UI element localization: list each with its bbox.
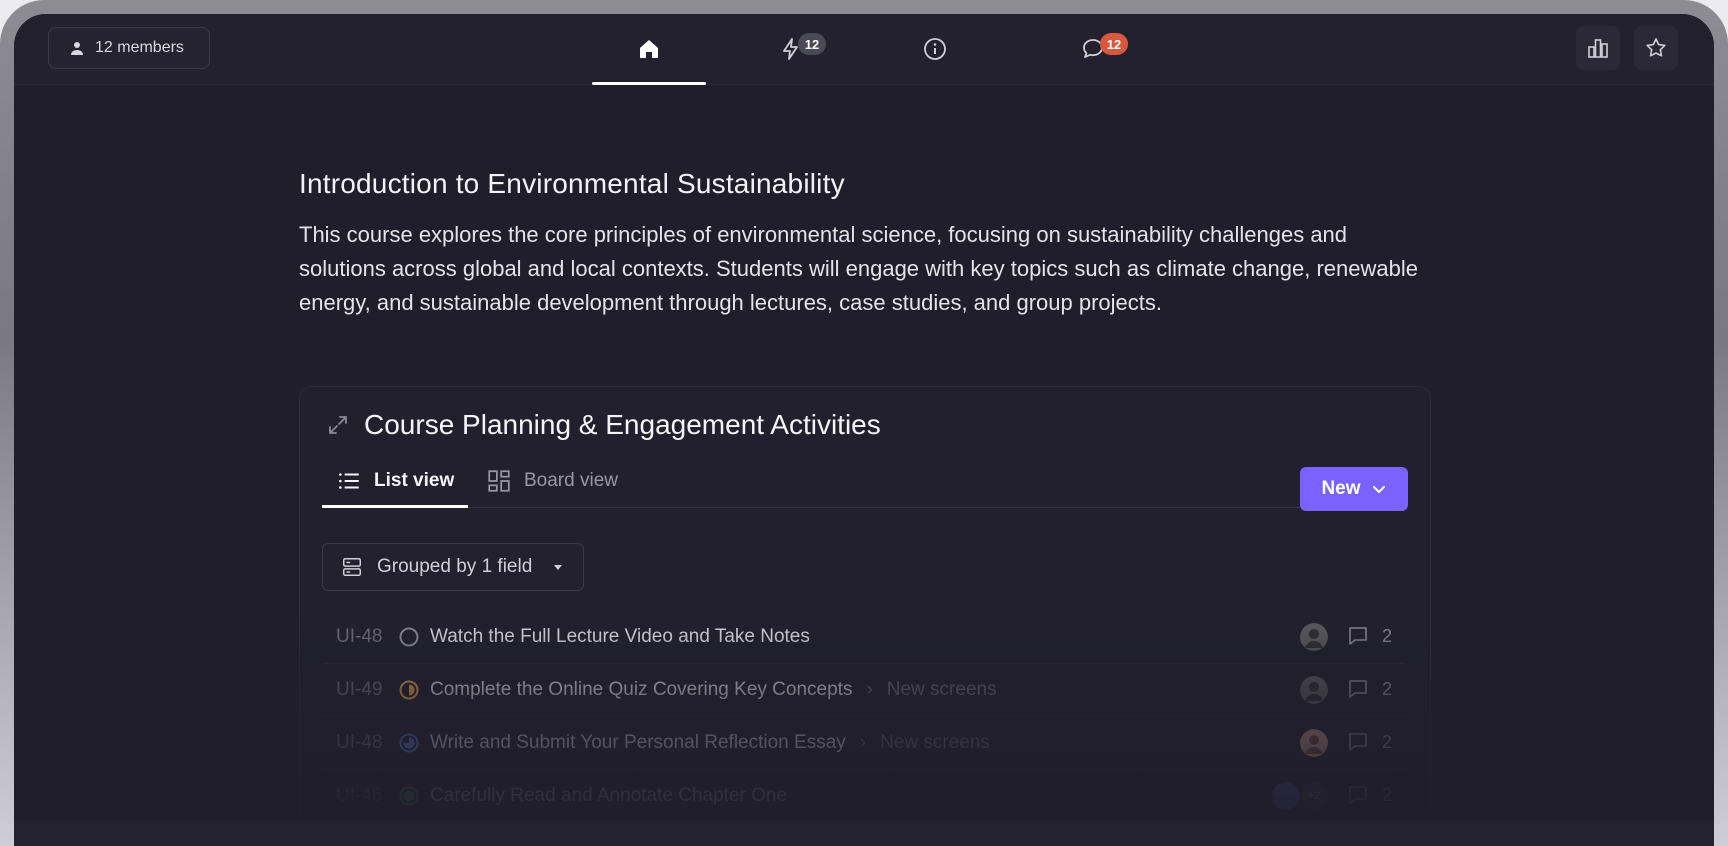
chevron-right-icon: › xyxy=(859,732,867,753)
list-view-label: List view xyxy=(374,470,455,491)
extra-assignees-badge: +2 xyxy=(1300,782,1328,810)
status-in-review-icon[interactable] xyxy=(398,732,420,754)
course-description: This course explores the core principles… xyxy=(299,222,1418,315)
tab-info[interactable] xyxy=(878,14,992,84)
board-view-label: Board view xyxy=(524,470,618,491)
avatar xyxy=(1300,623,1328,651)
comment-count[interactable]: 2 xyxy=(1346,730,1392,754)
bar-chart-icon xyxy=(1588,39,1608,58)
info-icon xyxy=(924,38,946,60)
analytics-button[interactable] xyxy=(1576,26,1620,70)
comment-count-value: 2 xyxy=(1381,784,1392,805)
grid-icon xyxy=(488,470,510,492)
comment-count[interactable]: 2 xyxy=(1346,783,1392,807)
activities-card: Course Planning & Engagement Activities … xyxy=(299,386,1431,846)
course-title: Introduction to Environmental Sustainabi… xyxy=(299,168,845,199)
avatar xyxy=(1272,782,1300,810)
members-button[interactable]: 12 members xyxy=(48,27,210,69)
table-row[interactable]: UI-48 Write and Submit Your Personal Ref… xyxy=(322,717,1406,770)
activity-badge: 12 xyxy=(798,33,826,55)
task-title: Write and Submit Your Personal Reflectio… xyxy=(430,732,846,753)
task-title: Watch the Full Lecture Video and Take No… xyxy=(430,626,810,647)
comment-count-value: 2 xyxy=(1381,731,1392,752)
favorite-button[interactable] xyxy=(1634,26,1678,70)
avatar xyxy=(1300,729,1328,757)
task-id: UI-46 xyxy=(336,785,383,806)
comment-count[interactable]: 2 xyxy=(1346,677,1392,701)
status-todo-icon[interactable] xyxy=(398,626,420,648)
user-icon xyxy=(71,42,83,55)
new-button[interactable]: New xyxy=(1300,467,1408,511)
members-label: 12 members xyxy=(95,39,184,56)
task-id: UI-49 xyxy=(336,679,383,700)
comments-badge: 12 xyxy=(1100,33,1128,55)
chevron-down-icon xyxy=(1372,486,1385,494)
task-id: UI-48 xyxy=(336,626,383,647)
list-icon xyxy=(339,473,359,489)
tab-comments[interactable] xyxy=(1036,14,1150,84)
tab-board-view[interactable]: Board view xyxy=(486,455,618,507)
comment-count-value: 2 xyxy=(1381,625,1392,646)
group-icon xyxy=(343,558,361,576)
table-row[interactable]: UI-49 Complete the Online Quiz Covering … xyxy=(322,664,1406,717)
group-by-label: Grouped by 1 field xyxy=(377,556,533,577)
comment-icon xyxy=(1349,786,1367,804)
tab-list-view[interactable]: List view xyxy=(321,455,469,508)
comment-count[interactable]: 2 xyxy=(1346,624,1392,648)
device-frame: 12 members 12 12 Introduction to Environ… xyxy=(0,0,1728,846)
expand-icon[interactable] xyxy=(326,413,350,437)
caret-down-icon xyxy=(554,565,563,570)
app-screen: 12 members 12 12 Introduction to Environ… xyxy=(14,14,1714,846)
star-icon xyxy=(1646,38,1666,57)
tab-home[interactable] xyxy=(592,14,706,85)
task-parent[interactable]: New screens xyxy=(880,732,990,754)
new-button-label: New xyxy=(1321,478,1361,499)
task-id: UI-48 xyxy=(336,732,383,753)
top-bar: 12 members 12 12 xyxy=(14,14,1714,85)
view-tabs: List view Board view xyxy=(321,455,1406,508)
comment-icon xyxy=(1349,680,1367,698)
bottom-strip xyxy=(14,820,1714,846)
card-header: Course Planning & Engagement Activities xyxy=(326,409,881,441)
status-done-icon[interactable] xyxy=(398,785,420,807)
task-title: Complete the Online Quiz Covering Key Co… xyxy=(430,679,853,700)
tab-activity[interactable] xyxy=(734,14,848,84)
task-list: UI-48 Watch the Full Lecture Video and T… xyxy=(322,611,1406,822)
card-title: Course Planning & Engagement Activities xyxy=(364,409,881,440)
status-in-progress-icon[interactable] xyxy=(398,679,420,701)
comment-count-value: 2 xyxy=(1381,678,1392,699)
avatar xyxy=(1300,676,1328,704)
table-row[interactable]: UI-48 Watch the Full Lecture Video and T… xyxy=(322,611,1406,664)
chevron-right-icon: › xyxy=(866,679,873,700)
table-row[interactable]: UI-46 Carefully Read and Annotate Chapte… xyxy=(322,770,1406,822)
task-title: Carefully Read and Annotate Chapter One xyxy=(430,785,788,806)
comment-icon xyxy=(1349,733,1367,751)
comment-icon xyxy=(1349,627,1367,645)
task-parent[interactable]: New screens xyxy=(887,679,997,701)
home-icon xyxy=(640,40,658,58)
group-by-dropdown[interactable]: Grouped by 1 field xyxy=(322,543,584,591)
